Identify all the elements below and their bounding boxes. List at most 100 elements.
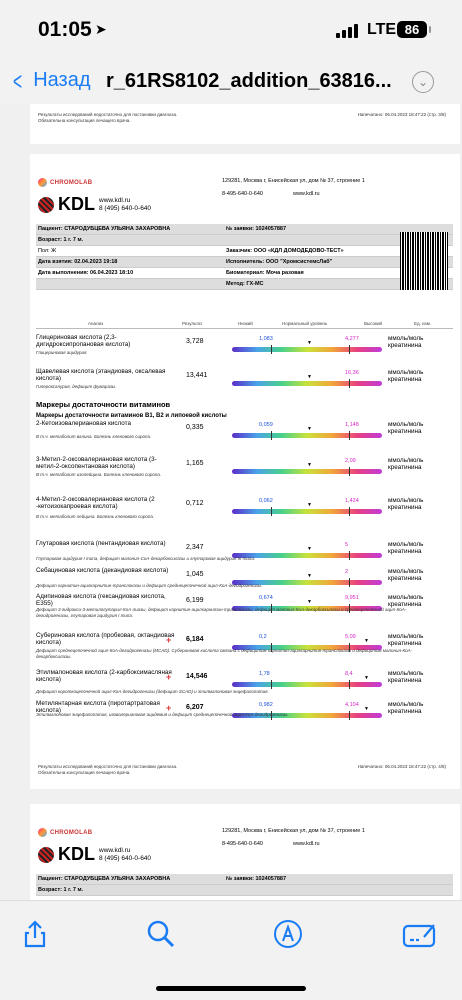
result-value: 0,335: [186, 424, 204, 431]
analyte-note: В т.ч. метаболит валина. Болезнь кленово…: [36, 434, 152, 439]
analyte-note: Этилмалоновая энцефалопатия, изовалериан…: [36, 712, 289, 717]
col-result: Результат: [182, 321, 203, 326]
location-icon: ➤: [95, 21, 107, 37]
col-unit: Ед. изм.: [414, 321, 432, 326]
home-indicator: [156, 986, 306, 991]
chromolab-text: CHROMOLAB: [50, 179, 93, 186]
page-footer-printed: Напечатано: 06.04.2023 18:47:22 (стр. 4/…: [357, 764, 446, 769]
pdf-page-3: Результаты исследований недостаточно для…: [30, 104, 460, 144]
info-row: Возраст: 1 г. 7 м.: [36, 885, 453, 896]
low-limit: 0,982: [259, 702, 273, 708]
order-number: № заявки: 1024057887: [226, 876, 287, 882]
lab-phone: 8-495-640-0-640: [222, 841, 263, 847]
footer-line: Обязательна консультация лечащего врача.: [38, 770, 131, 775]
document-title: r_61RS8102_addition_63816...: [106, 70, 392, 92]
navigation-bar: < Назад r_61RS8102_addition_63816... ⌄: [0, 60, 462, 104]
analyte-name: 4-Метил-2-оксовалериановая кислота (2 -к…: [36, 496, 155, 510]
page-footer-printed: Напечатано: 06.04.2023 18:47:22 (стр. 3/…: [357, 112, 446, 117]
back-button[interactable]: < Назад: [10, 68, 90, 94]
kdl-phone: 8 (495) 640-0-640: [99, 204, 152, 212]
col-normal: Нормальный уровень: [282, 321, 328, 326]
high-limit: 1,148: [345, 422, 359, 428]
kdl-phone: 8 (495) 640-0-640: [99, 854, 152, 862]
high-limit-tick: [349, 680, 350, 689]
analyte-name: Глицериновая кислота (2,3-дигидроксипроп…: [36, 334, 131, 348]
high-limit: 1,424: [345, 498, 359, 504]
unit: ммоль/моль креатинина: [388, 670, 424, 684]
lab-contacts: 8-495-640-0-640 www.kdl.ru: [222, 841, 320, 847]
value-marker: ▼: [307, 374, 312, 380]
lab-address: 129281, Москва г, Енисейская ул, дом № 3…: [222, 178, 365, 184]
unit: ммоль/моль креатинина: [388, 594, 424, 608]
low-limit-tick: [271, 680, 272, 689]
value-marker: ▼: [364, 638, 369, 644]
low-limit: 0,2: [259, 634, 267, 640]
network-type: LTE: [367, 21, 397, 38]
value-marker: ▼: [307, 462, 312, 468]
unit: ммоль/моль креатинина: [388, 541, 424, 555]
document-viewer[interactable]: Результаты исследований недостаточно для…: [0, 104, 462, 900]
analyte-note: Глицериновая ацидурия.: [36, 350, 88, 355]
kdl-text: KDL: [58, 844, 95, 864]
high-limit: 8,4: [345, 671, 353, 677]
high-limit: 2,09: [345, 458, 356, 464]
kdl-site: www.kdl.ru: [99, 846, 131, 854]
kdl-logo: KDL www.kdl.ru 8 (495) 640-0-640: [38, 194, 151, 215]
analyte-note: Глутаровая ацидурия I типа, дефицит мало…: [36, 556, 256, 561]
markup-icon[interactable]: [273, 919, 303, 949]
analyte-note: В т.ч. метаболит лейцина. Болезнь кленов…: [36, 514, 155, 519]
biomaterial: Биоматериал: Моча разовая: [226, 270, 304, 276]
patient-info: Пациент: СТАРОДУБЦЕВА УЛЬЯНА ЗАХАРОВНА № …: [36, 874, 453, 896]
high-limit: 4,104: [345, 702, 359, 708]
value-marker: ▼: [364, 675, 369, 681]
low-limit: 0,059: [259, 422, 273, 428]
share-icon[interactable]: [20, 919, 50, 949]
unit: ммоль/моль креатинина: [388, 369, 424, 383]
patient-info: Пациент: СТАРОДУБЦЕВА УЛЬЯНА ЗАХАРОВНА № …: [36, 224, 453, 290]
unit: ммоль/моль креатинина: [388, 335, 424, 349]
value-marker: ▼: [307, 573, 312, 579]
low-limit: 0,062: [259, 498, 273, 504]
low-limit: 0,674: [259, 595, 273, 601]
barcode: [400, 232, 448, 290]
reference-scale: [232, 682, 382, 687]
result-value: 13,441: [186, 372, 208, 379]
patient-age: Возраст: 1 г. 7 м.: [38, 887, 84, 893]
high-limit: 16,36: [345, 370, 359, 376]
analyte-note: Дефицит 3-гидрокси-3-метилглутарил-КоА-л…: [36, 607, 407, 618]
col-analysis: Анализ: [88, 321, 104, 326]
analyte-note: Дефицит среднецепочечной ацил-КоА-дегидр…: [36, 648, 413, 659]
result-value: 2,347: [186, 544, 204, 551]
lab-contacts: 8-495-640-0-640 www.kdl.ru: [222, 191, 320, 197]
chevron-down-icon[interactable]: ⌄: [412, 71, 434, 93]
patient-sex: Пол: Ж: [38, 248, 57, 254]
abnormal-flag: +: [166, 672, 172, 682]
unit: ммоль/моль креатинина: [388, 568, 424, 582]
lab-site: www.kdl.ru: [292, 191, 320, 197]
result-value: 1,165: [186, 460, 204, 467]
page-footer-note: Результаты исследований недостаточно для…: [38, 764, 177, 776]
analyte-note: Дефицит короткоцепочечной ацил-КоА-дегид…: [36, 689, 269, 694]
date-taken: Дата взятия: 02.04.2023 19:18: [38, 259, 118, 265]
unit: ммоль/моль креатинина: [388, 421, 424, 435]
result-value: 14,546: [186, 673, 208, 680]
info-row: Пол: Ж Заказчик: ООО «КДЛ ДОМОДЕДОВО-ТЕСТ…: [36, 246, 453, 257]
info-row: Пациент: СТАРОДУБЦЕВА УЛЬЯНА ЗАХАРОВНА № …: [36, 874, 453, 885]
method: Метод: ГХ-МС: [226, 281, 264, 287]
col-high: Высокий: [364, 321, 383, 326]
edit-icon[interactable]: [402, 919, 438, 949]
result-value: 3,728: [186, 338, 204, 345]
patient-age: Возраст: 1 г. 7 м.: [38, 237, 84, 243]
page-footer-note: Результаты исследований недостаточно для…: [38, 112, 177, 124]
analyte-name: 2-Кетоизовалериановая кислота: [36, 420, 131, 427]
search-icon[interactable]: [146, 919, 176, 949]
lab-phone: 8-495-640-0-640: [222, 191, 263, 197]
unit: ммоль/моль креатинина: [388, 497, 424, 511]
col-low: Низкий: [238, 321, 253, 326]
value-marker: ▼: [307, 502, 312, 508]
status-bar: 01:05 ➤ LTE 86: [0, 0, 462, 60]
high-limit: 9,951: [345, 595, 359, 601]
high-limit: 2: [345, 569, 349, 575]
result-value: 1,045: [186, 571, 204, 578]
order-number: № заявки: 1024057887: [226, 226, 287, 232]
